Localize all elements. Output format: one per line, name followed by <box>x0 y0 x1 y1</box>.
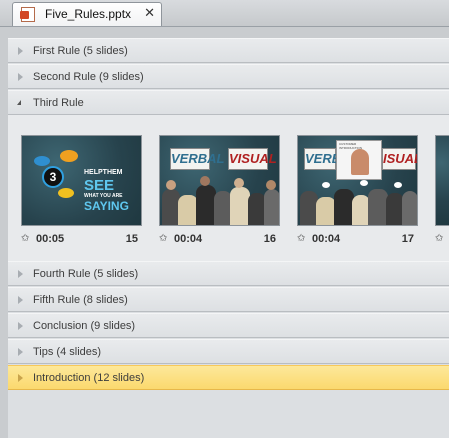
head <box>166 180 176 190</box>
slide-thumbnail-17[interactable]: VERB ISUAL CUSTOMER INTRODUCTION ✩ <box>297 135 418 250</box>
slide-timing: 00:04 <box>312 233 341 245</box>
slide-thumbnail-partial[interactable]: ✩ <box>435 135 449 250</box>
section-label: Fifth Rule (8 slides) <box>33 294 128 306</box>
woman-photo <box>351 149 369 175</box>
section-label: Fourth Rule (5 slides) <box>33 268 139 280</box>
document-tab[interactable]: Five_Rules.pptx ✕ <box>12 2 162 26</box>
slide-image[interactable] <box>435 135 449 226</box>
sign-visual: ISUAL <box>382 148 417 170</box>
slide-sorter-panel: First Rule (5 slides) Second Rule (9 sli… <box>8 38 449 438</box>
expand-arrow-icon[interactable] <box>18 73 23 81</box>
slide-number: 15 <box>125 233 138 245</box>
slide-meta: ✩ 00:04 17 <box>297 233 418 247</box>
slide-image[interactable]: VERB ISUAL CUSTOMER INTRODUCTION <box>297 135 418 226</box>
section-header-tips[interactable]: Tips (4 slides) <box>8 339 449 364</box>
tab-title: Five_Rules.pptx <box>45 7 132 21</box>
sign-visual: VISUAL <box>228 148 277 170</box>
section-header-conclusion[interactable]: Conclusion (9 slides) <box>8 313 449 338</box>
document-tab-strip: Five_Rules.pptx ✕ <box>0 0 449 27</box>
expand-arrow-icon[interactable] <box>18 322 23 330</box>
slide-meta: ✩ <box>435 233 449 247</box>
expand-arrow-icon[interactable] <box>18 270 23 278</box>
section-header-second-rule[interactable]: Second Rule (9 slides) <box>8 64 449 89</box>
section-label: First Rule (5 slides) <box>33 45 128 57</box>
crowd-person <box>196 185 216 225</box>
crowd-person <box>402 191 417 225</box>
thought-bubble <box>394 182 402 188</box>
section-label: Third Rule <box>33 97 84 109</box>
section-header-third-rule[interactable]: Third Rule <box>8 90 449 115</box>
slide-meta: ✩ 00:04 16 <box>159 233 280 247</box>
collapse-arrow-icon[interactable] <box>17 100 21 105</box>
customer-card: CUSTOMER INTRODUCTION <box>336 140 382 180</box>
crowd-person <box>334 189 354 225</box>
section-label: Tips (4 slides) <box>33 346 102 358</box>
powerpoint-file-icon <box>20 7 35 22</box>
crowd-person <box>264 189 279 225</box>
slide-text-line2: SEE <box>84 177 115 194</box>
speech-bubble-icon <box>34 156 50 166</box>
slide-timing: 00:04 <box>174 233 203 245</box>
crowd-person <box>230 187 250 225</box>
slide-thumbnail-16[interactable]: VERBAL VISUAL ✩ 00:04 16 <box>159 135 280 250</box>
transition-star-icon[interactable]: ✩ <box>297 233 305 244</box>
head <box>234 178 244 188</box>
expand-arrow-icon[interactable] <box>18 374 23 382</box>
section-header-fifth-rule[interactable]: Fifth Rule (8 slides) <box>8 287 449 312</box>
slide-number: 16 <box>263 233 276 245</box>
thought-bubble <box>322 182 330 188</box>
expand-arrow-icon[interactable] <box>18 296 23 304</box>
number-badge: 3 <box>42 166 64 188</box>
crowd-person <box>368 189 388 225</box>
sign-verbal: VERBAL <box>170 148 224 170</box>
crowd-person <box>316 197 336 225</box>
slide-text-line4: SAYING <box>84 199 129 213</box>
expand-arrow-icon[interactable] <box>18 47 23 55</box>
transition-star-icon[interactable]: ✩ <box>21 233 29 244</box>
slide-timing: 00:05 <box>36 233 65 245</box>
section-header-introduction[interactable]: Introduction (12 slides) <box>8 365 449 390</box>
section-label: Conclusion (9 slides) <box>33 320 136 332</box>
slide-text-line1: HELPTHEM <box>84 169 123 176</box>
section-label: Second Rule (9 slides) <box>33 71 144 83</box>
angry-face-icon <box>60 150 78 162</box>
sign-verbal: VERB <box>304 148 341 170</box>
head <box>200 176 210 186</box>
section-header-first-rule[interactable]: First Rule (5 slides) <box>8 38 449 63</box>
section-label: Introduction (12 slides) <box>33 372 145 384</box>
crowd-person <box>178 195 198 225</box>
transition-star-icon[interactable]: ✩ <box>159 233 167 244</box>
slide-number: 17 <box>401 233 414 245</box>
head <box>266 180 276 190</box>
slide-image[interactable]: 3 HELPTHEM SEE WHAT YOU ARE SAYING <box>21 135 142 226</box>
speech-bubble-icon <box>58 188 74 198</box>
expand-arrow-icon[interactable] <box>18 348 23 356</box>
section-header-fourth-rule[interactable]: Fourth Rule (5 slides) <box>8 261 449 286</box>
third-rule-slides: 3 HELPTHEM SEE WHAT YOU ARE SAYING ✩ 00:… <box>8 115 449 262</box>
transition-star-icon[interactable]: ✩ <box>435 233 443 244</box>
slide-thumbnail-15[interactable]: 3 HELPTHEM SEE WHAT YOU ARE SAYING ✩ 00:… <box>21 135 142 250</box>
slide-image[interactable]: VERBAL VISUAL <box>159 135 280 226</box>
slide-meta: ✩ 00:05 15 <box>21 233 142 247</box>
thought-bubble <box>360 180 368 186</box>
close-icon[interactable]: ✕ <box>144 6 155 20</box>
